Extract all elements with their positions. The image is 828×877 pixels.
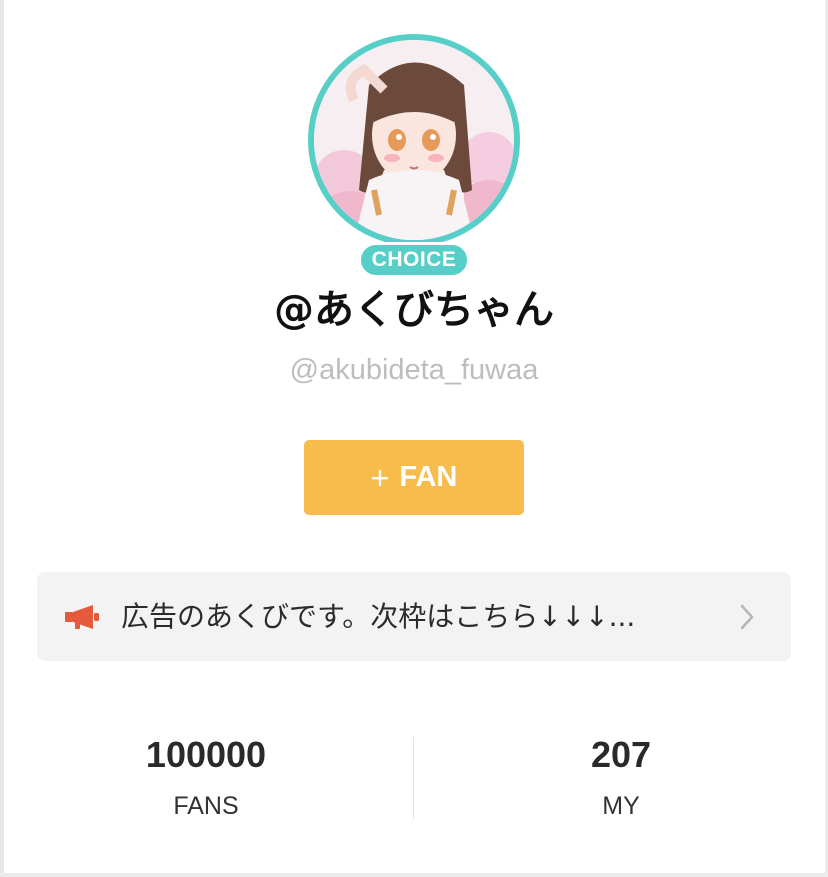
stat-divider [413,737,414,819]
megaphone-icon [65,603,101,631]
avatar-image [314,40,514,240]
fans-label: FANS [173,792,239,820]
my-count: 207 [590,734,652,775]
my-label: MY [602,792,640,820]
stat-my[interactable]: 207 MY [415,730,827,824]
plus-icon: + [370,459,390,496]
fans-count: 100000 [145,734,267,775]
notice-text: 広告のあくびです。次枠はこちら↓↓↓... [121,599,636,633]
fan-button-label: FAN [399,461,458,493]
profile-avatar[interactable]: CHOICE [308,34,520,278]
notice-bar[interactable]: 広告のあくびです。次枠はこちら↓↓↓... [37,572,791,661]
frame-border-bottom [0,873,828,877]
choice-badge: CHOICE [358,242,470,278]
chevron-right-icon [739,602,761,632]
display-name: @あくびちゃん [274,287,554,333]
stat-fans[interactable]: 100000 FANS [0,730,412,824]
fan-button[interactable]: + FAN [304,440,524,515]
user-id: @akubideta_fuwaa [289,354,539,386]
